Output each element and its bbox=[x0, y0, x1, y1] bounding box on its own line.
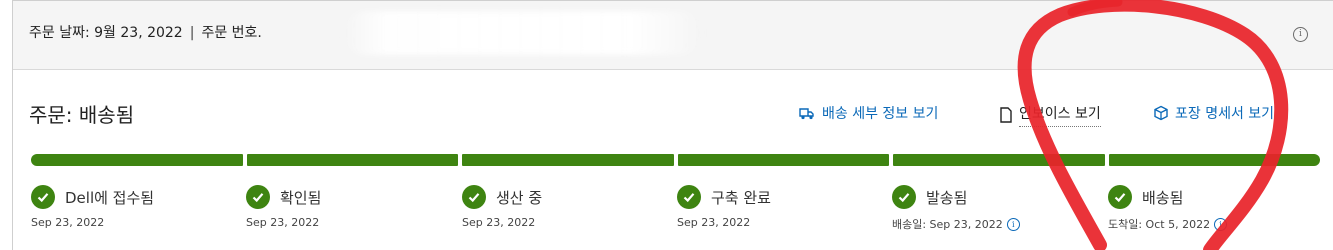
check-circle-icon bbox=[1108, 185, 1132, 209]
order-header: 주문 날짜: 9월 23, 2022 | 주문 번호. i bbox=[13, 1, 1333, 70]
step-received: Dell에 접수됨 Sep 23, 2022 bbox=[31, 184, 241, 229]
step-confirmed: 확인됨 Sep 23, 2022 bbox=[246, 184, 456, 229]
step-date: Sep 23, 2022 bbox=[677, 216, 751, 229]
check-circle-icon bbox=[246, 185, 270, 209]
progress-segment bbox=[246, 154, 458, 166]
info-icon[interactable]: i bbox=[1214, 217, 1228, 231]
check-circle-icon bbox=[677, 185, 701, 209]
shipping-details-label: 배송 세부 정보 보기 bbox=[822, 106, 939, 122]
step-label: 배송됨 bbox=[1142, 188, 1184, 207]
order-progress-bar bbox=[31, 154, 1320, 166]
check-circle-icon bbox=[31, 185, 55, 209]
step-label: 구축 완료 bbox=[711, 188, 771, 207]
step-date: Sep 23, 2022 bbox=[31, 216, 105, 229]
progress-segment bbox=[462, 154, 674, 166]
order-number-label: 주문 번호. bbox=[201, 25, 262, 41]
order-status-title: 주문: 배송됨 bbox=[29, 103, 135, 127]
step-build-complete: 구축 완료 Sep 23, 2022 bbox=[677, 184, 887, 229]
step-date: Sep 23, 2022 bbox=[462, 216, 536, 229]
progress-segment bbox=[893, 154, 1105, 166]
package-icon bbox=[1154, 105, 1168, 121]
step-shipped: 발송됨 배송일: Sep 23, 2022 i bbox=[892, 184, 1102, 232]
step-date: 도착일: Oct 5, 2022 bbox=[1108, 218, 1211, 231]
info-icon[interactable]: i bbox=[1006, 217, 1020, 231]
progress-segment bbox=[31, 154, 243, 166]
packing-slip-label: 포장 명세서 보기 bbox=[1175, 106, 1275, 122]
redaction-smudge bbox=[343, 11, 703, 55]
step-label: 발송됨 bbox=[926, 188, 968, 207]
progress-segment bbox=[1108, 154, 1320, 166]
truck-icon bbox=[799, 108, 814, 120]
step-date: 배송일: Sep 23, 2022 bbox=[892, 218, 1003, 231]
invoice-link[interactable]: 인보이스 보기 bbox=[999, 103, 1101, 127]
separator: | bbox=[189, 25, 195, 41]
check-circle-icon bbox=[462, 185, 486, 209]
shipping-details-link[interactable]: 배송 세부 정보 보기 bbox=[798, 103, 938, 123]
step-delivered: 배송됨 도착일: Oct 5, 2022 i bbox=[1108, 184, 1318, 232]
order-meta: 주문 날짜: 9월 23, 2022 | 주문 번호. bbox=[29, 22, 262, 42]
step-date: Sep 23, 2022 bbox=[246, 216, 320, 229]
packing-slip-link[interactable]: 포장 명세서 보기 bbox=[1153, 103, 1274, 123]
order-card: 주문 날짜: 9월 23, 2022 | 주문 번호. i 주문: 배송됨 배송 세… bbox=[12, 0, 1333, 250]
invoice-label: 인보이스 보기 bbox=[1019, 103, 1101, 127]
info-icon[interactable]: i bbox=[1293, 27, 1308, 42]
progress-segment bbox=[677, 154, 889, 166]
document-icon bbox=[1000, 107, 1012, 123]
step-label: 확인됨 bbox=[280, 188, 322, 207]
step-label: 생산 중 bbox=[496, 188, 543, 207]
step-in-production: 생산 중 Sep 23, 2022 bbox=[462, 184, 672, 229]
check-circle-icon bbox=[892, 185, 916, 209]
step-label: Dell에 접수됨 bbox=[65, 188, 155, 207]
order-date: 주문 날짜: 9월 23, 2022 bbox=[29, 25, 183, 41]
